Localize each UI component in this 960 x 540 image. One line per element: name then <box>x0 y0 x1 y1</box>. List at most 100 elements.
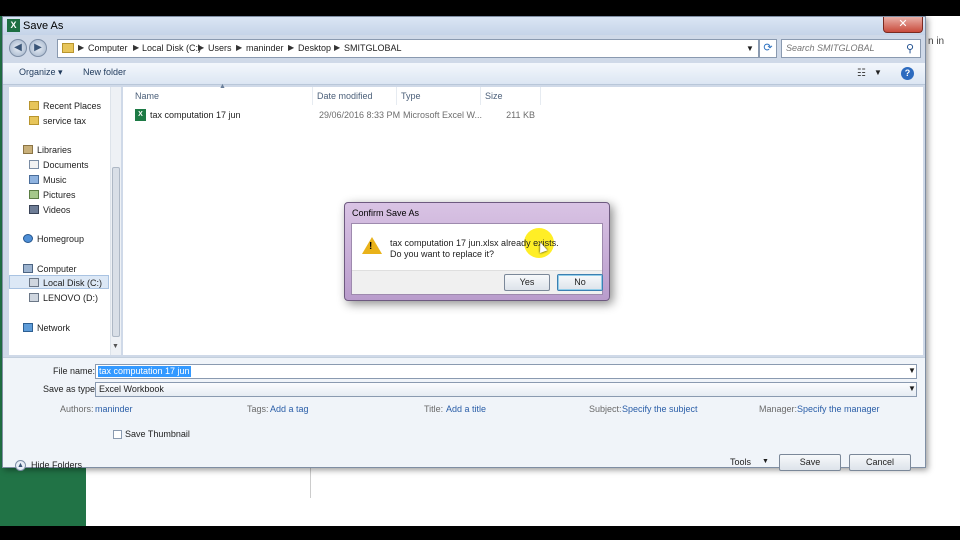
view-dropdown-icon[interactable]: ▼ <box>874 68 882 77</box>
chevron-right-icon[interactable]: ▶ <box>236 43 242 52</box>
drive-icon <box>29 278 39 287</box>
file-name-cell[interactable]: tax computation 17 jun <box>150 110 241 120</box>
excel-side-text: n in <box>928 36 945 47</box>
sidebar-item-label: Computer <box>37 264 77 274</box>
address-dropdown-icon[interactable]: ▼ <box>746 44 754 53</box>
sidebar-item-label: Pictures <box>43 190 76 200</box>
file-type-cell: Microsoft Excel W... <box>403 110 483 120</box>
sidebar-item-pictures[interactable]: Pictures <box>29 190 76 200</box>
sidebar-item-libraries[interactable]: Libraries <box>23 145 72 155</box>
organize-button[interactable]: Organize ▾ <box>19 67 63 78</box>
view-options-icon[interactable]: ☷ <box>857 68 866 79</box>
chevron-up-icon[interactable]: ▲ <box>15 460 26 471</box>
file-name-dropdown-icon[interactable]: ▼ <box>908 366 916 375</box>
sidebar-item-label: Homegroup <box>37 234 85 244</box>
excel-app-icon: X <box>7 19 20 32</box>
command-toolbar: Organize ▾ New folder ☷ ▼ ? <box>3 63 925 85</box>
subject-value[interactable]: Specify the subject <box>622 404 698 414</box>
manager-label: Manager: <box>759 404 798 414</box>
sidebar-item-recent-places[interactable]: Recent Places <box>29 101 101 111</box>
file-name-field[interactable]: tax computation 17 jun ▼ <box>95 364 917 379</box>
search-box[interactable]: ⚲ <box>781 39 921 58</box>
sidebar-item-label: Libraries <box>37 145 72 155</box>
nav-scrollbar[interactable]: ▼ <box>110 87 121 355</box>
confirm-message-line2: Do you want to replace it? <box>390 249 495 259</box>
save-thumbnail-checkbox[interactable] <box>113 430 122 439</box>
yes-button[interactable]: Yes <box>504 274 550 291</box>
breadcrumb-smitglobal[interactable]: SMITGLOBAL <box>344 43 402 53</box>
tags-label: Tags: <box>247 404 269 414</box>
title-value[interactable]: Add a title <box>446 404 486 414</box>
breadcrumb-desktop[interactable]: Desktop <box>298 43 331 53</box>
excel-file-icon: X <box>135 109 146 121</box>
search-icon[interactable]: ⚲ <box>906 42 914 55</box>
back-button[interactable]: ◀ <box>9 39 27 57</box>
chevron-right-icon[interactable]: ▶ <box>133 43 139 52</box>
breadcrumb-computer[interactable]: Computer <box>88 43 128 53</box>
file-size-cell: 211 KB <box>506 110 535 120</box>
address-bar[interactable]: ▶ Computer ▶ Local Disk (C:) ▶ Users ▶ m… <box>57 39 759 58</box>
network-icon <box>23 323 33 332</box>
file-name-label: File name: <box>53 366 96 376</box>
sidebar-item-network[interactable]: Network <box>23 323 70 333</box>
tools-dropdown-icon[interactable]: ▼ <box>762 458 769 465</box>
music-icon <box>29 175 39 184</box>
column-header-size[interactable]: Size <box>481 87 541 105</box>
manager-value[interactable]: Specify the manager <box>797 404 880 414</box>
refresh-button[interactable]: ⟳ <box>759 39 777 58</box>
cancel-button[interactable]: Cancel <box>849 454 911 471</box>
sidebar-item-lenovo[interactable]: LENOVO (D:) <box>29 293 98 303</box>
chevron-right-icon[interactable]: ▶ <box>288 43 294 52</box>
save-as-type-dropdown-icon[interactable]: ▼ <box>908 384 916 393</box>
tools-button[interactable]: Tools <box>730 457 751 467</box>
scroll-down-icon[interactable]: ▼ <box>112 343 119 350</box>
sidebar-item-local-disk[interactable]: Local Disk (C:) <box>29 278 102 288</box>
sidebar-item-label: LENOVO (D:) <box>43 293 99 303</box>
no-button[interactable]: No <box>557 274 603 291</box>
column-header-type[interactable]: Type <box>397 87 481 105</box>
authors-label: Authors: <box>60 404 94 414</box>
documents-icon <box>29 160 39 169</box>
save-as-type-label: Save as type: <box>43 384 98 394</box>
sidebar-item-music[interactable]: Music <box>29 175 67 185</box>
help-icon[interactable]: ? <box>901 67 914 80</box>
sidebar-item-computer[interactable]: Computer <box>23 264 77 274</box>
new-folder-button[interactable]: New folder <box>83 67 126 77</box>
tags-value[interactable]: Add a tag <box>270 404 309 414</box>
forward-button[interactable]: ▶ <box>29 39 47 57</box>
chevron-right-icon[interactable]: ▶ <box>78 43 84 52</box>
chevron-right-icon[interactable]: ▶ <box>334 43 340 52</box>
excel-divider <box>310 468 311 498</box>
close-icon: ✕ <box>898 18 908 30</box>
breadcrumb-maninder[interactable]: maninder <box>246 43 284 53</box>
confirm-dialog-title: Confirm Save As <box>352 208 420 218</box>
authors-value[interactable]: maninder <box>95 404 133 414</box>
save-button[interactable]: Save <box>779 454 841 471</box>
column-header-date[interactable]: Date modified <box>313 87 397 105</box>
breadcrumb-local-disk[interactable]: Local Disk (C:) <box>142 43 201 53</box>
chevron-right-icon[interactable]: ▶ <box>198 43 204 52</box>
sidebar-item-homegroup[interactable]: Homegroup <box>23 234 84 244</box>
sidebar-item-label: Documents <box>43 160 89 170</box>
hide-folders-button[interactable]: Hide Folders <box>31 460 82 470</box>
sidebar-item-videos[interactable]: Videos <box>29 205 70 215</box>
title-label: Title: <box>424 404 444 414</box>
save-thumbnail-label[interactable]: Save Thumbnail <box>125 429 190 439</box>
breadcrumb-users[interactable]: Users <box>208 43 232 53</box>
recent-places-icon <box>29 101 39 110</box>
excel-right-area <box>926 16 960 526</box>
file-name-value[interactable]: tax computation 17 jun <box>98 366 191 377</box>
navigation-row: ◀ ▶ ▶ Computer ▶ Local Disk (C:) ▶ Users… <box>3 37 925 61</box>
save-as-type-select[interactable]: Excel Workbook ▼ <box>95 382 917 397</box>
sidebar-item-label: Local Disk (C:) <box>43 278 103 288</box>
subject-label: Subject: <box>589 404 622 414</box>
close-button[interactable]: ✕ <box>883 17 923 33</box>
search-input[interactable] <box>786 43 904 53</box>
sidebar-item-documents[interactable]: Documents <box>29 160 89 170</box>
sidebar-item-label: Recent Places <box>43 101 102 111</box>
confirm-dialog-body: ! tax computation 17 jun.xlsx already ex… <box>351 223 603 295</box>
scrollbar-thumb[interactable] <box>112 167 120 337</box>
sidebar-item-service-tax[interactable]: service tax <box>29 116 86 126</box>
dialog-title-bar[interactable]: X Save As ✕ <box>3 17 925 35</box>
file-date-cell: 29/06/2016 8:33 PM <box>319 110 401 120</box>
